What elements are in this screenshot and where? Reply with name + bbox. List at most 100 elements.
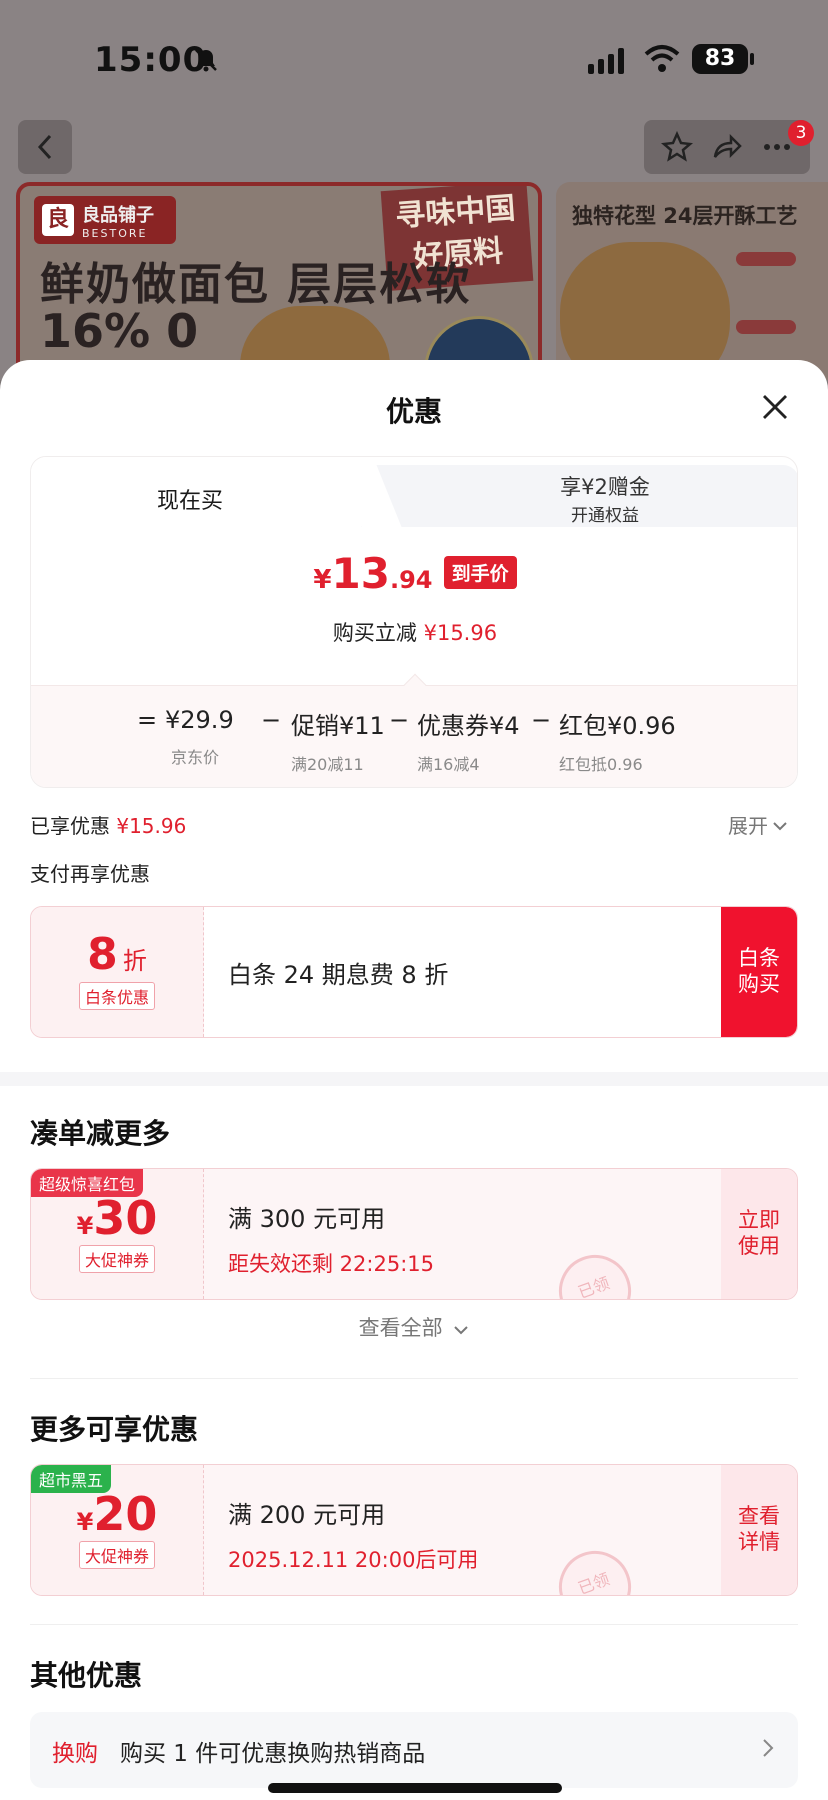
banner-numbers: 16% 0: [40, 304, 199, 358]
breakdown-value: 促销¥11: [291, 712, 385, 740]
baitiao-buy-button[interactable]: 白条购买: [721, 907, 797, 1037]
side-tag: [736, 252, 796, 266]
price-breakdown: = ¥29.9 京东价 − 促销¥11 满20减11 − 优惠券¥4 满16减4…: [31, 673, 797, 787]
baitiao-desc: 白条 24 期息费 8 折: [228, 961, 449, 989]
breakdown-value: ¥29.9: [165, 706, 234, 734]
background-page: 15:00 83 3 良 良品铺子 BESTORE 寻味中国好原料 鲜奶做面包 …: [0, 0, 828, 380]
baitiao-discount-unit: 折: [122, 947, 147, 975]
home-indicator: [268, 1783, 562, 1793]
view-details-button[interactable]: 查看详情: [721, 1465, 797, 1595]
coupon-tag: 大促神券: [78, 1245, 155, 1273]
brand-mark-icon: 良: [42, 204, 74, 236]
coupon-currency: ¥: [76, 1508, 94, 1536]
enjoyed-value: ¥15.96: [116, 814, 187, 838]
star-icon[interactable]: [661, 131, 693, 163]
chevron-right-icon: [763, 1739, 774, 1757]
chevron-down-icon: [773, 822, 787, 831]
coupon-left: 超市黑五 ¥20 大促神券: [31, 1465, 204, 1595]
tab-gift-subtitle: 开通权益: [571, 506, 639, 526]
breakdown-coupon: 优惠券¥4 满16减4: [417, 706, 520, 775]
coupon-card: 超级惊喜红包 ¥30 大促神券 满 300 元可用 距失效还剩 22:25:15…: [30, 1168, 798, 1300]
wifi-icon: [644, 45, 680, 72]
see-all-label: 查看全部: [358, 1316, 443, 1340]
coupon-mid: 满 200 元可用 2025.12.11 20:00后可用 已领: [204, 1465, 721, 1595]
final-price-tag: 到手价: [443, 556, 517, 589]
instant-cut-label: 购买立减: [332, 621, 417, 645]
baitiao-buy-label: 白条购买: [738, 946, 780, 996]
chevron-left-icon: [37, 134, 52, 160]
equals-sign: =: [137, 706, 158, 734]
breakdown-promo: 促销¥11 满20减11: [291, 706, 385, 775]
section-title-more: 凑单减更多: [30, 1117, 171, 1150]
baitiao-mid: 白条 24 期息费 8 折: [204, 907, 721, 1037]
coupon-tag: 大促神券: [78, 1541, 155, 1569]
coupon-valid-from: 2025.12.11 20:00后可用: [228, 1548, 479, 1572]
side-banner-title: 独特花型 24层开酥工艺: [572, 204, 798, 228]
notification-badge: 3: [788, 120, 814, 146]
price-card: 享¥2赠金 开通权益 现在买 ¥13.94 到手价 购买立减 ¥15.96 = …: [30, 456, 798, 788]
exchange-purchase-row[interactable]: 换购 购买 1 件可优惠换购热销商品: [30, 1712, 798, 1788]
price-decimal: .94: [389, 566, 433, 594]
breakdown-notch: [403, 673, 427, 697]
price-tabs: 享¥2赠金 开通权益 现在买: [31, 457, 797, 527]
enjoyed-label: 已享优惠: [30, 814, 110, 838]
expand-label: 展开: [728, 814, 768, 838]
instant-cut: 购买立减 ¥15.96: [31, 617, 797, 647]
see-all-toggle[interactable]: 查看全部: [0, 1312, 828, 1342]
chevron-down-icon: [454, 1326, 469, 1335]
breakdown-value: 红包¥0.96: [559, 712, 676, 740]
mute-bell-icon: [195, 49, 217, 72]
view-details-label: 查看详情: [738, 1504, 780, 1554]
expand-toggle[interactable]: 展开: [728, 810, 788, 839]
brand-name-en: BESTORE: [82, 226, 148, 240]
breakdown-label: 满20减11: [291, 755, 364, 774]
battery-tip: [750, 53, 754, 65]
coupon-condition: 满 300 元可用: [228, 1205, 386, 1233]
battery-indicator: 83: [692, 44, 748, 74]
product-banner[interactable]: 良 良品铺子 BESTORE 寻味中国好原料 鲜奶做面包 层层松软 16% 0: [16, 182, 542, 380]
breakdown-label: 红包抵0.96: [559, 755, 643, 774]
exchange-text: 购买 1 件可优惠换购热销商品: [120, 1741, 426, 1767]
breakdown-redpacket: 红包¥0.96 红包抵0.96: [559, 706, 676, 775]
breakdown-label: 满16减4: [417, 755, 480, 774]
discount-sheet: 优惠 享¥2赠金 开通权益 现在买 ¥13.94 到手价 购买立减 ¥15.96…: [0, 360, 828, 1800]
section-title-extra: 更多可享优惠: [30, 1413, 199, 1446]
breakdown-value: 优惠券¥4: [417, 712, 520, 740]
coupon-left: 超级惊喜红包 ¥30 大促神券: [31, 1169, 204, 1299]
close-icon[interactable]: [758, 390, 792, 424]
back-button[interactable]: [18, 120, 72, 174]
status-time: 15:00: [94, 40, 208, 80]
tab-now[interactable]: 现在买: [31, 457, 361, 527]
final-price: ¥13.94 到手价: [31, 549, 797, 598]
pay-more-label: 支付再享优惠: [30, 862, 150, 886]
section-gap: [0, 1072, 828, 1086]
product-banner-side[interactable]: 独特花型 24层开酥工艺: [556, 182, 828, 380]
enjoyed-discount: 已享优惠 ¥15.96: [30, 810, 186, 839]
baitiao-coupon: 8 折 白条优惠 白条 24 期息费 8 折 白条购买: [30, 906, 798, 1038]
coupon-amount: 30: [93, 1191, 158, 1245]
coupon-expire: 距失效还剩 22:25:15: [228, 1252, 434, 1276]
price-currency: ¥: [313, 565, 332, 595]
instant-cut-value: ¥15.96: [423, 621, 498, 645]
share-icon[interactable]: [711, 131, 743, 163]
use-now-button[interactable]: 立即使用: [721, 1169, 797, 1299]
coupon-corner-tag: 超市黑五: [31, 1465, 112, 1493]
minus-sign: −: [261, 706, 282, 734]
baitiao-tag: 白条优惠: [78, 982, 155, 1010]
coupon-card: 超市黑五 ¥20 大促神券 满 200 元可用 2025.12.11 20:00…: [30, 1464, 798, 1596]
coupon-corner-tag: 超级惊喜红包: [31, 1169, 144, 1197]
signal-icon: [588, 48, 624, 74]
divider: [30, 1624, 798, 1625]
nav-actions: [644, 120, 810, 174]
coupon-mid: 满 300 元可用 距失效还剩 22:25:15 已领: [204, 1169, 721, 1299]
banner-headline: 鲜奶做面包 层层松软: [40, 259, 472, 310]
tab-gift[interactable]: 享¥2赠金 开通权益: [351, 465, 797, 527]
exchange-label: 换购: [52, 1741, 98, 1767]
coupon-amount: 20: [93, 1487, 158, 1541]
brand-name: 良品铺子: [82, 204, 154, 226]
minus-sign: −: [389, 706, 410, 734]
status-bar: 15:00 83: [0, 40, 828, 84]
sheet-title: 优惠: [385, 395, 442, 428]
baitiao-discount-num: 8: [87, 929, 118, 980]
divider: [30, 1378, 798, 1379]
